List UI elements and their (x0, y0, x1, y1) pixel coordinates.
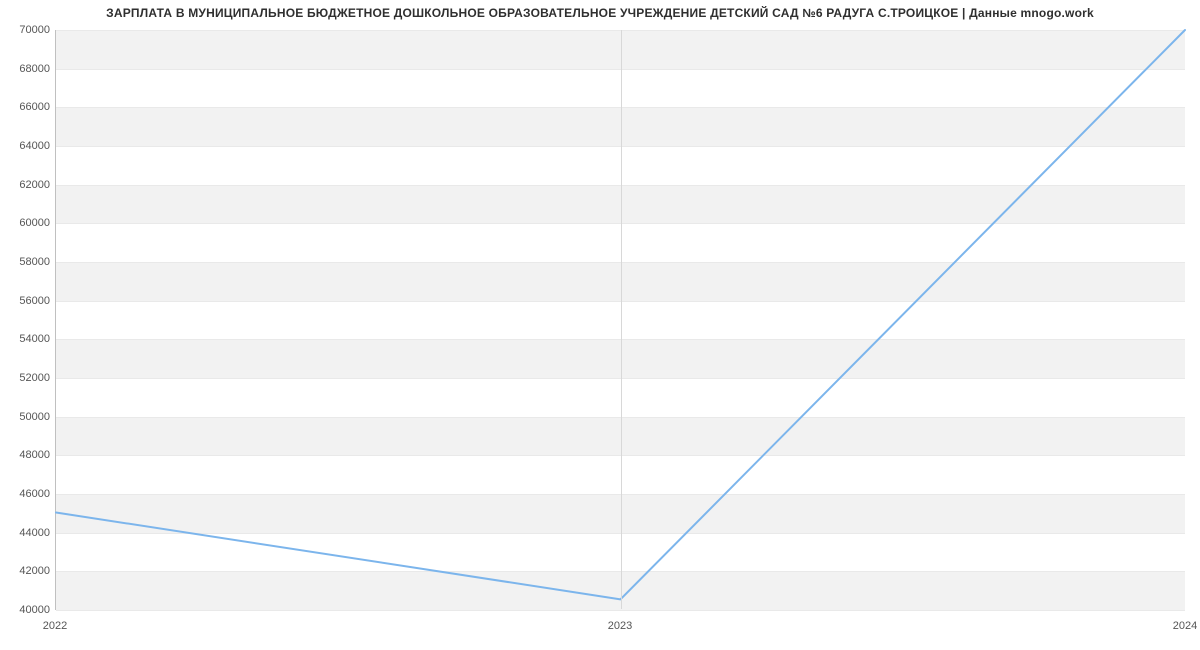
y-tick-label: 70000 (5, 24, 50, 36)
y-tick-label: 48000 (5, 449, 50, 461)
v-gridline (621, 30, 622, 609)
y-tick-label: 56000 (5, 295, 50, 307)
chart-container: ЗАРПЛАТА В МУНИЦИПАЛЬНОЕ БЮДЖЕТНОЕ ДОШКО… (0, 0, 1200, 650)
y-tick-label: 68000 (5, 63, 50, 75)
y-tick-label: 58000 (5, 256, 50, 268)
y-tick-label: 66000 (5, 101, 50, 113)
y-tick-label: 52000 (5, 372, 50, 384)
x-tick-label: 2024 (1173, 620, 1197, 632)
y-tick-label: 50000 (5, 411, 50, 423)
chart-title: ЗАРПЛАТА В МУНИЦИПАЛЬНОЕ БЮДЖЕТНОЕ ДОШКО… (0, 6, 1200, 20)
x-tick-label: 2023 (608, 620, 632, 632)
y-tick-label: 64000 (5, 140, 50, 152)
y-tick-label: 42000 (5, 565, 50, 577)
y-tick-label: 44000 (5, 527, 50, 539)
y-tick-label: 62000 (5, 179, 50, 191)
h-gridline (56, 610, 1185, 611)
y-tick-label: 40000 (5, 604, 50, 616)
y-tick-label: 60000 (5, 217, 50, 229)
y-tick-label: 54000 (5, 333, 50, 345)
y-tick-label: 46000 (5, 488, 50, 500)
plot-area (55, 30, 1185, 610)
x-tick-label: 2022 (43, 620, 67, 632)
